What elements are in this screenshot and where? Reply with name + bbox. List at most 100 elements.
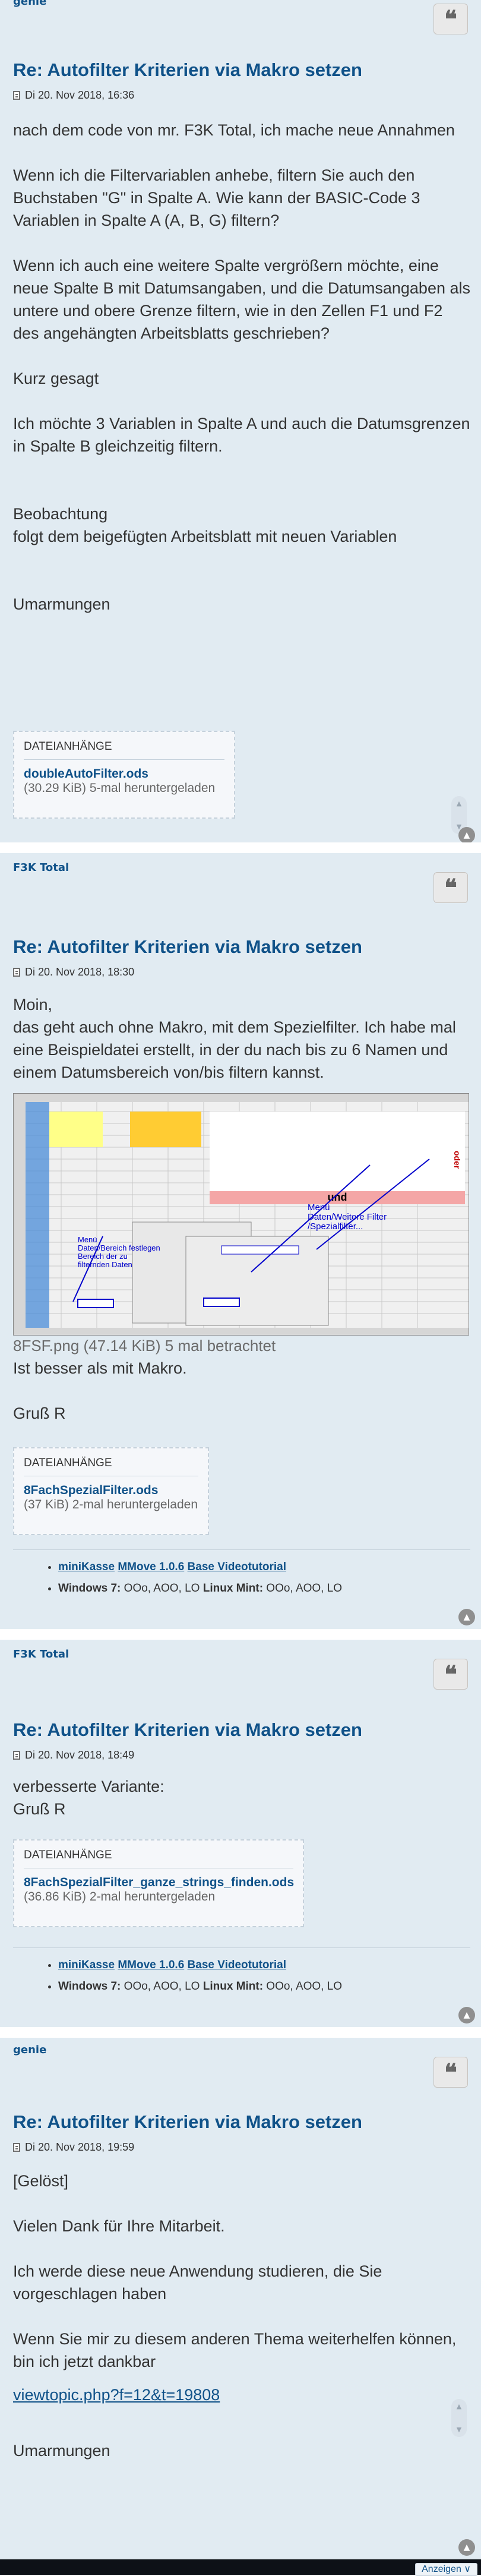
paragraph: Kurz gesagt: [13, 370, 99, 387]
minikasse-link[interactable]: miniKasse: [58, 1959, 115, 1971]
quote-icon: ❝: [444, 5, 457, 33]
post-date: Di 20. Nov 2018, 16:36: [25, 89, 135, 101]
post-meta: Di 20. Nov 2018, 18:49: [13, 1749, 134, 1761]
mmove-link[interactable]: MMove 1.0.6: [118, 1561, 184, 1573]
base-videotutorial-link[interactable]: Base Videotutorial: [188, 1561, 286, 1573]
attachment-label: DATEIANHÄNGE: [24, 740, 224, 760]
paragraph: Vielen Dank für Ihre Mitarbeit.: [13, 2217, 225, 2235]
signature-links: miniKasse MMove 1.0.6 Base Videotutorial: [58, 1959, 470, 1972]
post-title[interactable]: Re: Autofilter Kriterien via Makro setze…: [13, 1719, 362, 1741]
post-separator: [0, 1629, 481, 1640]
paragraph: Beobachtung: [13, 505, 108, 523]
signature-os: Windows 7: OOo, AOO, LO Linux Mint: OOo,…: [58, 1980, 470, 1993]
post-date: Di 20. Nov 2018, 18:49: [25, 1749, 135, 1761]
post-body: Moin, das geht auch ohne Makro, mit dem …: [13, 993, 470, 1084]
paragraph: Wenn ich die Filtervariablen anhebe, fil…: [13, 166, 420, 229]
post-icon: [13, 968, 20, 977]
scrollbar[interactable]: ▲ ▼: [451, 2399, 467, 2437]
arrow-up-icon: ▲: [463, 2543, 470, 2552]
quote-button[interactable]: ❝: [433, 2057, 468, 2088]
quote-button[interactable]: ❝: [433, 4, 468, 34]
post-meta: Di 20. Nov 2018, 19:59: [13, 2141, 134, 2154]
show-button[interactable]: Anzeigen ∨: [415, 2563, 477, 2576]
post-body: nach dem code von mr. F3K Total, ich mac…: [13, 119, 470, 615]
attachment-link[interactable]: 8FachSpezialFilter.ods: [24, 1483, 198, 1498]
quote-icon: ❝: [444, 2058, 457, 2086]
post-author[interactable]: F3K Total: [13, 1648, 69, 1660]
paragraph: Moin,: [13, 996, 53, 1014]
paragraph: Gruß R: [13, 1404, 66, 1422]
bottom-ad-bar: [0, 2559, 481, 2575]
post-1: genie ❝ Re: Autofilter Kriterien via Mak…: [0, 0, 481, 844]
post-3: F3K Total ❝ Re: Autofilter Kriterien via…: [0, 1640, 481, 2027]
post-separator: [0, 2027, 481, 2038]
back-to-top-button[interactable]: ▲: [458, 2007, 475, 2023]
attachment-box: DATEIANHÄNGE doubleAutoFilter.ods (30.29…: [13, 731, 235, 819]
post-body: verbesserte Variante: Gruß R: [13, 1775, 470, 1820]
signature-os: Windows 7: OOo, AOO, LO Linux Mint: OOo,…: [58, 1582, 470, 1595]
arrow-up-icon: ▲: [463, 2010, 470, 2020]
post-separator: [0, 842, 481, 853]
post-body: [Gelöst] Vielen Dank für Ihre Mitarbeit.…: [13, 2170, 470, 2462]
post-meta: Di 20. Nov 2018, 16:36: [13, 89, 134, 102]
quote-button[interactable]: ❝: [433, 1659, 468, 1690]
post-title[interactable]: Re: Autofilter Kriterien via Makro setze…: [13, 2111, 362, 2133]
attached-image[interactable]: und oder Menü Daten/Weitere Filter/Spezia…: [13, 1093, 469, 1336]
minikasse-link[interactable]: miniKasse: [58, 1561, 115, 1573]
attachment-link[interactable]: 8FachSpezialFilter_ganze_strings_finden.…: [24, 1876, 294, 1890]
post-date: Di 20. Nov 2018, 19:59: [25, 2141, 135, 2153]
paragraph: Ich werde diese neue Anwendung studieren…: [13, 2262, 382, 2303]
post-body-after: Ist besser als mit Makro. Gruß R: [13, 1357, 470, 1425]
post-author[interactable]: genie: [13, 2044, 46, 2056]
image-caption: 8FSF.png (47.14 KiB) 5 mal betrachtet: [13, 1337, 276, 1355]
post-title[interactable]: Re: Autofilter Kriterien via Makro setze…: [13, 59, 362, 81]
signature: miniKasse MMove 1.0.6 Base Videotutorial…: [13, 1947, 470, 2002]
paragraph: das geht auch ohne Makro, mit dem Spezie…: [13, 1018, 456, 1081]
paragraph: Ist besser als mit Makro.: [13, 1359, 187, 1377]
paragraph: folgt dem beigefügten Arbeitsblatt mit n…: [13, 528, 397, 545]
mmove-link[interactable]: MMove 1.0.6: [118, 1959, 184, 1971]
post-4: genie ❝ Re: Autofilter Kriterien via Mak…: [0, 2038, 481, 2559]
post-author-partial[interactable]: genie: [13, 0, 46, 8]
post-date: Di 20. Nov 2018, 18:30: [25, 966, 135, 978]
attachment-label: DATEIANHÄNGE: [24, 1849, 293, 1868]
attachment-box: DATEIANHÄNGE 8FachSpezialFilter.ods (37 …: [13, 1447, 209, 1535]
arrow-up-icon: ▲: [463, 831, 470, 840]
post-icon: [13, 91, 20, 100]
paragraph: Gruß R: [13, 1800, 66, 1818]
back-to-top-button[interactable]: ▲: [458, 1609, 475, 1625]
scroll-up-icon: ▲: [456, 2403, 462, 2410]
attachment-box: DATEIANHÄNGE 8FachSpezialFilter_ganze_st…: [13, 1839, 304, 1927]
paragraph: Wenn Sie mir zu diesem anderen Thema wei…: [13, 2330, 457, 2370]
paragraph: Umarmungen: [13, 595, 110, 613]
oder-label: oder: [452, 1151, 462, 1169]
attachment-info: (30.29 KiB) 5-mal heruntergeladen: [24, 781, 216, 795]
post-title[interactable]: Re: Autofilter Kriterien via Makro setze…: [13, 936, 362, 958]
back-to-top-button[interactable]: ▲: [458, 2539, 475, 2556]
post-meta: Di 20. Nov 2018, 18:30: [13, 966, 134, 978]
signature: miniKasse MMove 1.0.6 Base Videotutorial…: [13, 1549, 470, 1603]
paragraph: Wenn ich auch eine weitere Spalte vergrö…: [13, 257, 471, 342]
arrow-up-icon: ▲: [463, 1612, 470, 1622]
post-author[interactable]: F3K Total: [13, 861, 69, 874]
paragraph: Ich möchte 3 Variablen in Spalte A und a…: [13, 415, 470, 455]
attachment-info: (37 KiB) 2-mal heruntergeladen: [24, 1498, 198, 1511]
back-to-top-button[interactable]: ▲: [458, 827, 475, 844]
paragraph: Umarmungen: [13, 2442, 110, 2460]
post-icon: [13, 1751, 20, 1760]
quote-button[interactable]: ❝: [433, 872, 468, 903]
paragraph: [Gelöst]: [13, 2172, 69, 2190]
topic-link[interactable]: viewtopic.php?f=12&t=19808: [13, 2386, 220, 2404]
quote-icon: ❝: [444, 1660, 457, 1688]
post-2: F3K Total ❝ Re: Autofilter Kriterien via…: [0, 853, 481, 1629]
signature-links: miniKasse MMove 1.0.6 Base Videotutorial: [58, 1561, 470, 1574]
quote-icon: ❝: [444, 873, 457, 902]
post-icon: [13, 2143, 20, 2152]
base-videotutorial-link[interactable]: Base Videotutorial: [188, 1959, 286, 1971]
scroll-down-icon: ▼: [456, 2426, 462, 2433]
attachment-label: DATEIANHÄNGE: [24, 1457, 198, 1476]
attachment-link[interactable]: doubleAutoFilter.ods: [24, 767, 224, 781]
paragraph: verbesserte Variante:: [13, 1778, 164, 1795]
paragraph: nach dem code von mr. F3K Total, ich mac…: [13, 121, 455, 139]
scroll-up-icon: ▲: [456, 800, 462, 807]
